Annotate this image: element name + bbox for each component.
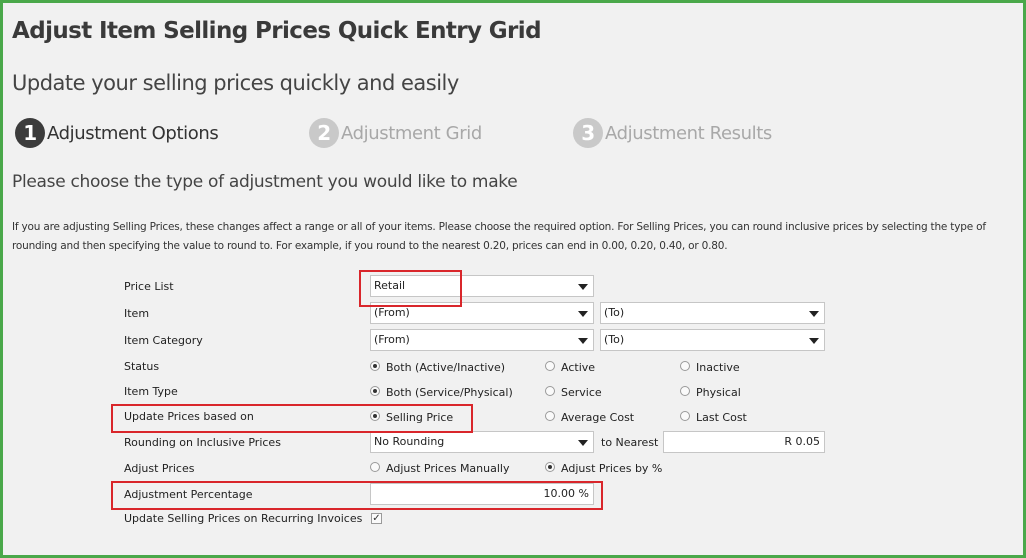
step-number-3: 3 [573,118,603,148]
radio-icon [370,461,380,472]
chevron-down-icon [578,440,588,446]
radio-label: Adjust Prices by % [561,462,663,475]
item-type-label: Item Type [124,385,178,398]
item-label: Item [124,307,150,320]
item-category-from-value: (From) [374,333,410,346]
radio-label: Both (Active/Inactive) [386,361,506,374]
update-based-radio-average-cost[interactable]: Average Cost [545,410,635,424]
section-prompt: Please choose the type of adjustment you… [12,172,518,192]
rounding-label: Rounding on Inclusive Prices [124,436,281,449]
radio-icon [680,360,690,371]
item-to-value: (To) [604,306,625,319]
item-from-value: (From) [374,306,410,319]
status-radio-active[interactable]: Active [545,360,596,374]
price-list-label: Price List [124,280,174,293]
step-label: Adjustment Options [47,122,219,144]
radio-icon [545,360,555,371]
status-radio-both[interactable]: Both (Active/Inactive) [370,360,506,374]
page-subtitle: Update your selling prices quickly and e… [12,71,459,95]
chevron-down-icon [578,338,588,344]
item-category-from-select[interactable]: (From) [370,329,594,351]
chevron-down-icon [578,284,588,290]
rounding-select[interactable]: No Rounding [370,431,594,453]
item-category-to-value: (To) [604,333,625,346]
step-number-2: 2 [309,118,339,148]
radio-icon [545,410,555,421]
checkmark-icon: ✓ [372,513,381,524]
radio-selected-icon [370,385,380,396]
step-number-1: 1 [15,118,45,148]
to-nearest-input[interactable]: R 0.05 [663,431,825,453]
to-nearest-label: to Nearest [601,436,659,449]
step-label: Adjustment Results [605,122,772,144]
recurring-checkbox[interactable]: ✓ [371,513,382,524]
radio-icon [680,385,690,396]
step-adjustment-grid[interactable]: 2 Adjustment Grid [309,118,482,148]
update-based-radio-last-cost[interactable]: Last Cost [680,410,747,424]
step-adjustment-options[interactable]: 1 Adjustment Options [15,118,219,148]
status-label: Status [124,360,160,373]
radio-label: Physical [696,386,741,399]
description-text: If you are adjusting Selling Prices, the… [12,221,986,252]
rounding-value: No Rounding [374,435,445,448]
item-type-radio-physical[interactable]: Physical [680,385,741,399]
step-adjustment-results[interactable]: 3 Adjustment Results [573,118,772,148]
radio-selected-icon [370,360,380,371]
radio-icon [545,385,555,396]
step-label: Adjustment Grid [341,122,482,144]
status-radio-inactive[interactable]: Inactive [680,360,740,374]
radio-label: Last Cost [696,411,747,424]
radio-label: Adjust Prices Manually [386,462,510,475]
adjust-prices-radio-percent[interactable]: Adjust Prices by % [545,461,663,475]
radio-label: Inactive [696,361,740,374]
adjust-prices-radio-manual[interactable]: Adjust Prices Manually [370,461,510,475]
highlight-update-based-on [111,404,473,433]
chevron-down-icon [578,311,588,317]
radio-label: Both (Service/Physical) [386,386,513,399]
page-title: Adjust Item Selling Prices Quick Entry G… [12,18,542,44]
radio-icon [680,410,690,421]
item-category-label: Item Category [124,334,203,347]
radio-selected-icon [545,461,555,472]
chevron-down-icon [809,338,819,344]
item-type-radio-service[interactable]: Service [545,385,602,399]
radio-label: Average Cost [561,411,635,424]
radio-label: Active [561,361,596,374]
highlight-price-list [359,270,462,307]
item-type-radio-both[interactable]: Both (Service/Physical) [370,385,513,399]
adjust-prices-label: Adjust Prices [124,462,195,475]
highlight-adjustment-percentage [111,481,603,510]
recurring-label: Update Selling Prices on Recurring Invoi… [124,512,363,525]
chevron-down-icon [809,311,819,317]
radio-label: Service [561,386,602,399]
item-to-select[interactable]: (To) [600,302,825,324]
item-category-to-select[interactable]: (To) [600,329,825,351]
